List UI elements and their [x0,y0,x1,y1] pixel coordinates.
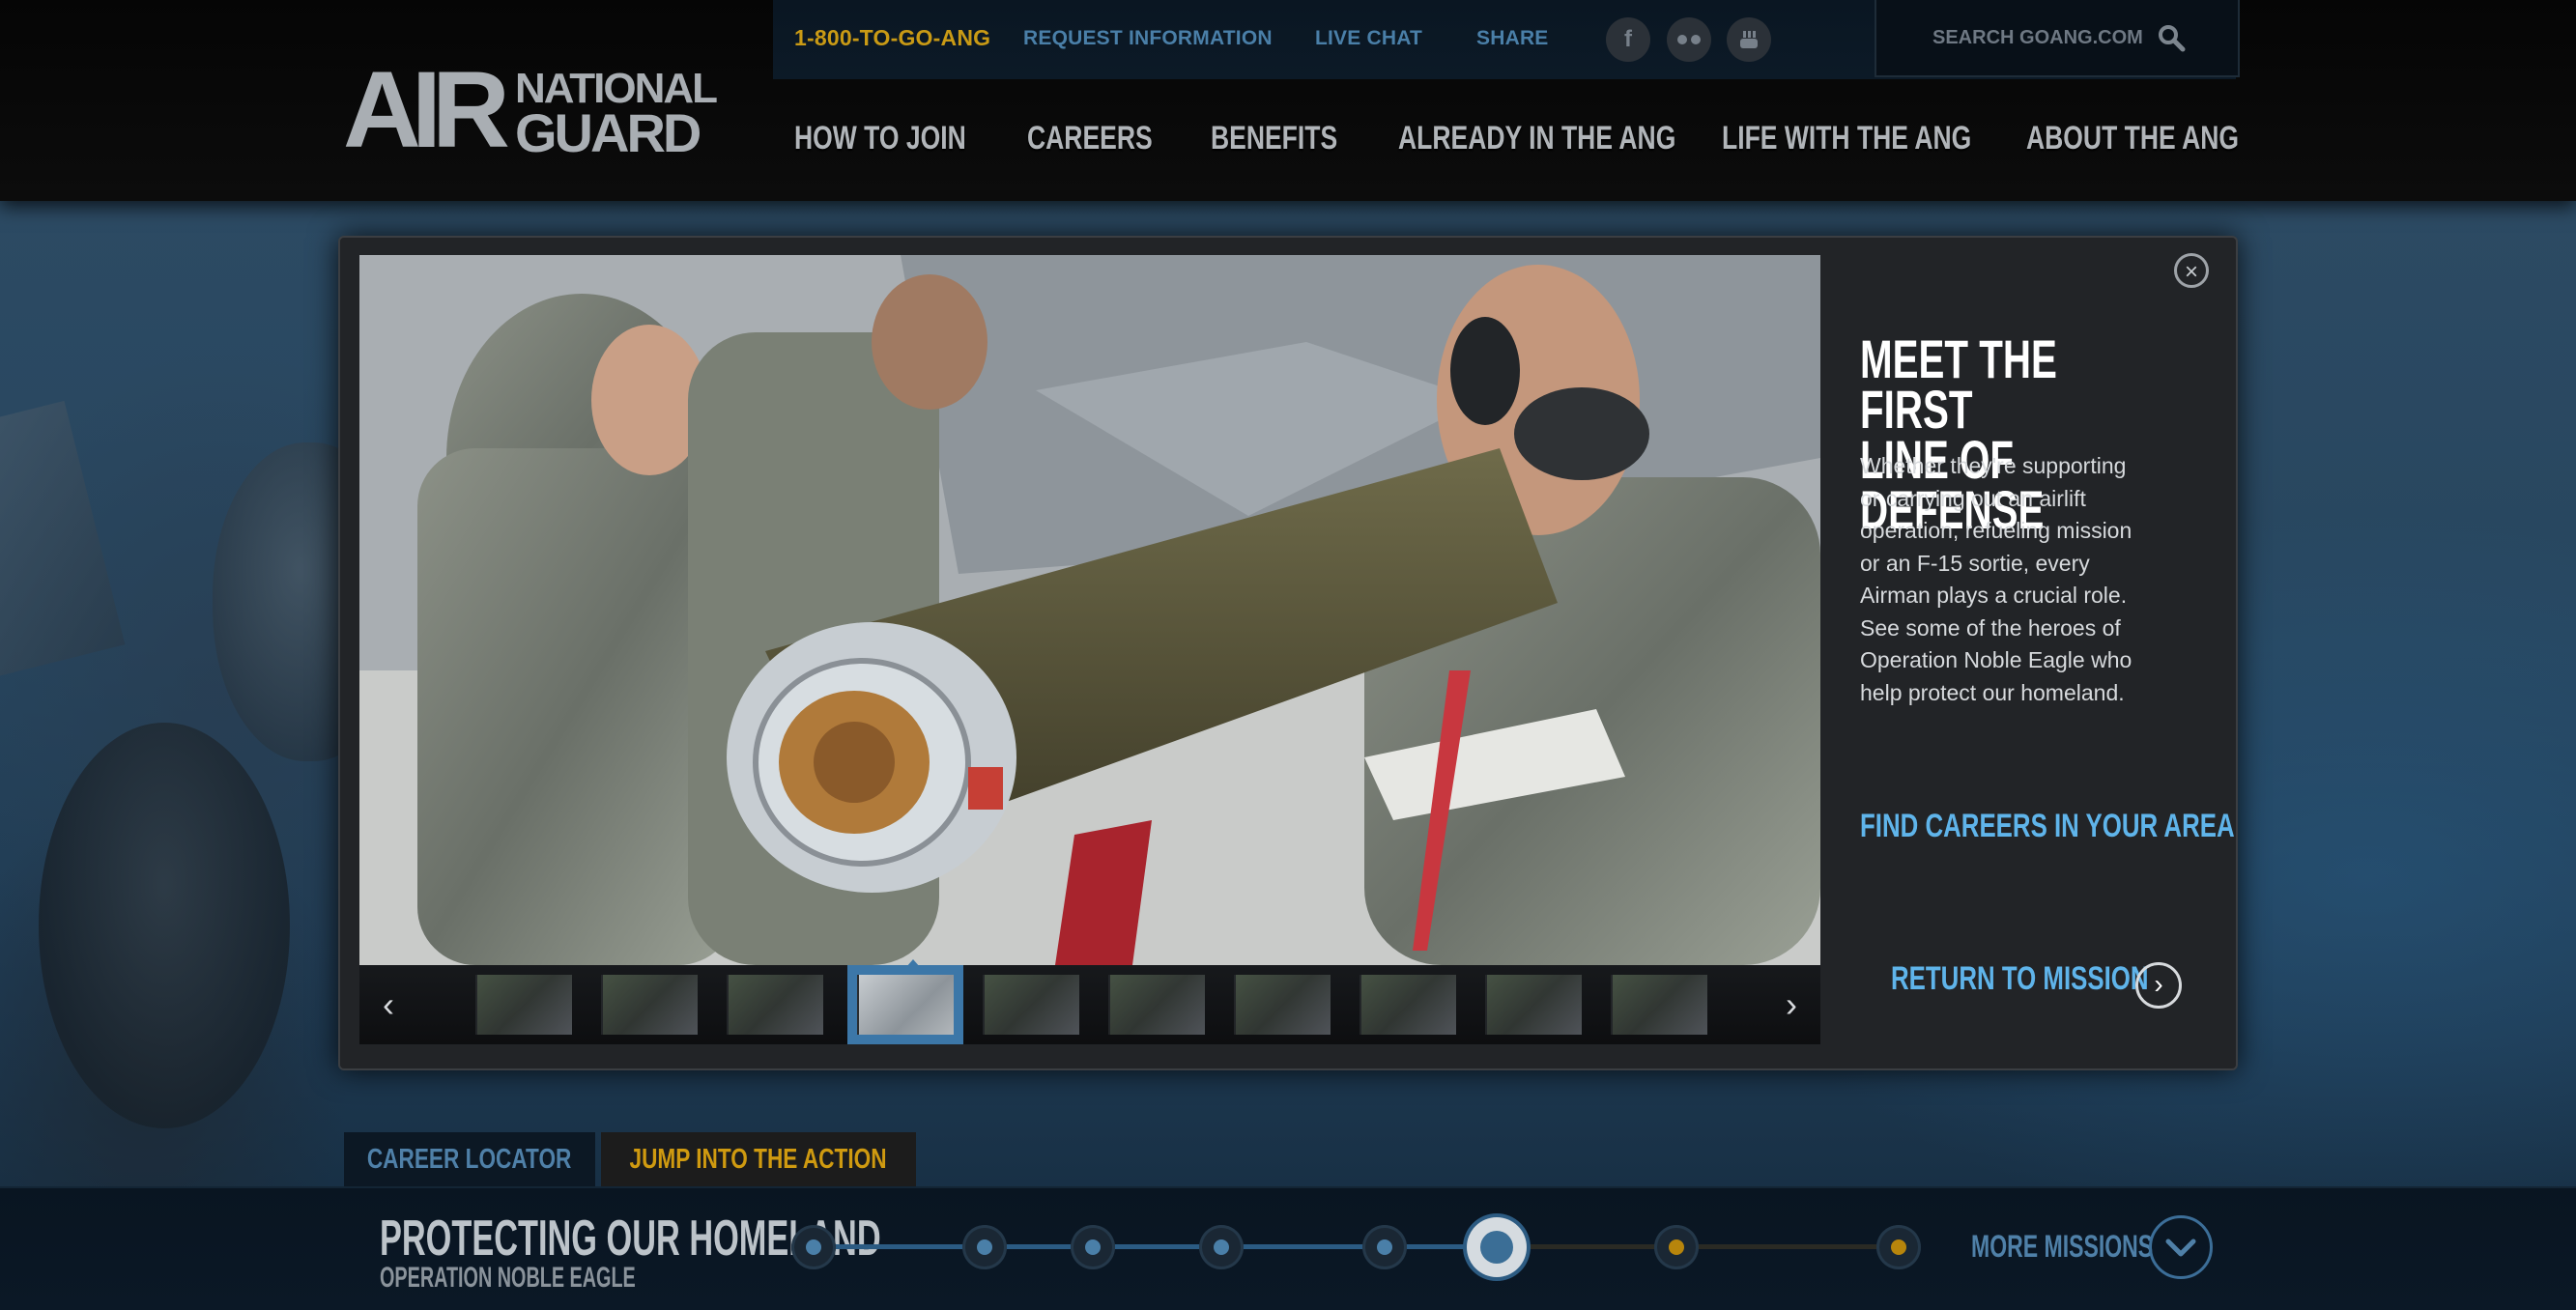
background-screen [0,400,126,678]
live-chat-link[interactable]: LIVE CHAT [1315,27,1422,50]
facebook-icon[interactable]: f [1606,17,1650,62]
flickr-icon[interactable] [1667,17,1711,62]
find-careers-link[interactable]: FIND CAREERS IN YOUR AREA [1860,808,2235,845]
nav-benefits[interactable]: BENEFITS [1211,120,1337,157]
thumbnail[interactable] [1234,975,1331,1035]
tab-jump-into-the-action[interactable]: JUMP INTO THE ACTION [601,1132,916,1186]
thumbnail[interactable] [1360,975,1456,1035]
next-arrow-icon[interactable]: › [1762,965,1820,1044]
thumbnail[interactable] [983,975,1079,1035]
thumbnail[interactable] [1485,975,1582,1035]
logo-air-text: AIR [343,49,510,170]
logo-guard-text: GUARD [515,102,701,163]
mission-subtitle: OPERATION NOBLE EAGLE [380,1262,636,1294]
phone-number[interactable]: 1-800-TO-GO-ANG [794,25,990,51]
thumbnail[interactable] [1108,975,1205,1035]
airmen-munitions-photo [359,255,1820,965]
nav-life-with-the-ang[interactable]: LIFE WITH THE ANG [1722,120,1971,157]
thumbnail-strip: ‹ › [359,959,1820,1044]
thumbnail[interactable] [727,975,823,1035]
timeline-stop[interactable] [962,1225,1007,1269]
active-thumb-pointer [900,959,927,975]
timeline-stop-current[interactable] [1467,1217,1527,1277]
tab-career-locator-label: CAREER LOCATOR [367,1143,572,1175]
thumbnail-active[interactable] [847,959,963,1044]
search-box[interactable]: SEARCH GOANG.COM [1875,0,2240,77]
nav-how-to-join[interactable]: HOW TO JOIN [794,120,966,157]
chevron-right-icon[interactable]: › [2135,962,2182,1009]
youtube-icon[interactable] [1727,17,1771,62]
close-icon[interactable]: × [2174,253,2209,288]
thumbnail[interactable] [601,975,698,1035]
prev-arrow-icon[interactable]: ‹ [359,965,417,1044]
share-link[interactable]: SHARE [1476,27,1549,50]
timeline-remaining-line [1527,1244,1909,1249]
timeline-stop[interactable] [1071,1225,1115,1269]
nav-about-the-ang[interactable]: ABOUT THE ANG [2026,120,2239,157]
chevron-down-icon[interactable] [2149,1215,2213,1279]
search-input[interactable]: SEARCH GOANG.COM [1932,27,2143,49]
tab-career-locator[interactable]: CAREER LOCATOR [344,1132,595,1186]
timeline-stop[interactable] [791,1225,836,1269]
tab-jump-label: JUMP INTO THE ACTION [629,1143,888,1175]
search-icon[interactable] [2157,23,2186,52]
more-missions-link[interactable]: MORE MISSIONS [1971,1229,2153,1265]
timeline-stop[interactable] [1362,1225,1407,1269]
timeline-stop[interactable] [1199,1225,1244,1269]
timeline-stop[interactable] [1654,1225,1699,1269]
nav-careers[interactable]: CAREERS [1027,120,1153,157]
return-to-mission-link[interactable]: RETURN TO MISSION [1891,960,2149,998]
thumbnail[interactable] [1611,975,1707,1035]
air-national-guard-logo[interactable]: AIR NATIONAL GUARD [343,56,718,164]
background-figure [39,723,290,1128]
request-info-link[interactable]: REQUEST INFORMATION [1023,27,1273,50]
gallery-photo [359,255,1820,965]
timeline-stop[interactable] [1876,1225,1921,1269]
modal-description: Whether they're supporting or carrying o… [1860,453,2132,705]
site-header: 1-800-TO-GO-ANG REQUEST INFORMATION LIVE… [0,0,2576,201]
photo-gallery-modal: ‹ › × MEET THE FIRST LINE OF DEFENSE Whe… [338,236,2238,1070]
nav-already-in-the-ang[interactable]: ALREADY IN THE ANG [1398,120,1675,157]
thumbnail[interactable] [475,975,572,1035]
